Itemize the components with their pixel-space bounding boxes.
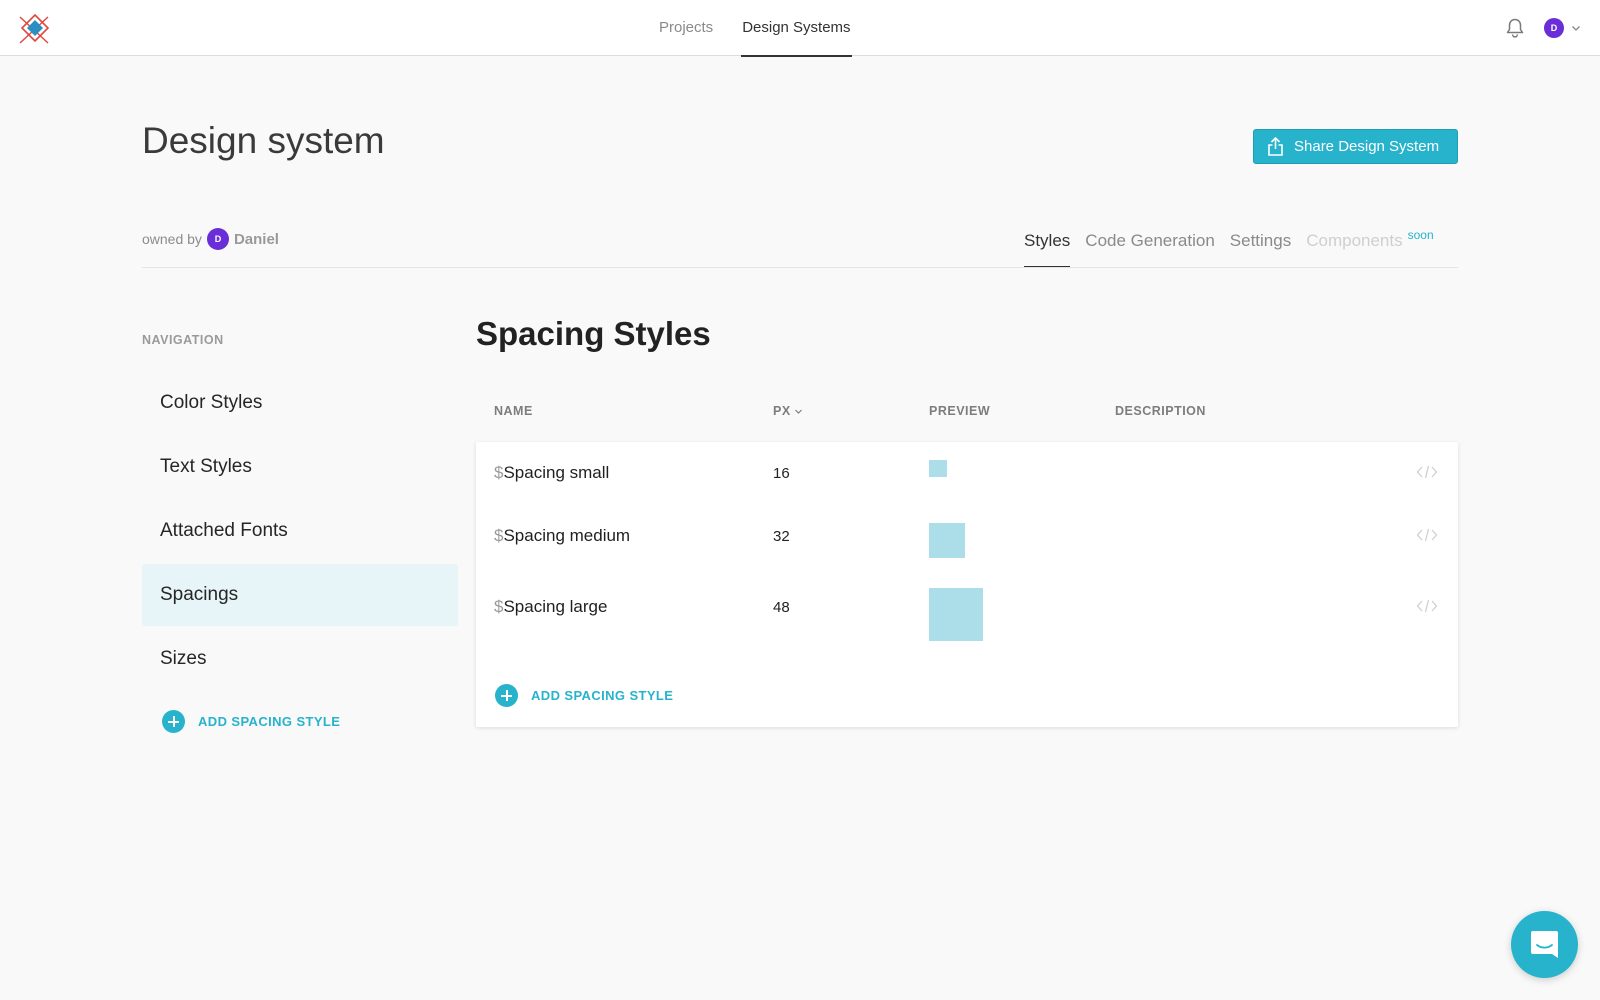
tab-components: Components [1306, 231, 1403, 250]
sidebar-item-spacings[interactable]: Spacings [142, 564, 458, 626]
spacing-name-cell: $Spacing small [494, 463, 609, 483]
spacing-px-value: 48 [773, 599, 790, 616]
owner-avatar: D [206, 228, 229, 250]
avatar: D [1544, 18, 1564, 38]
code-icon[interactable] [1416, 527, 1438, 543]
section-title: Spacing Styles [476, 315, 711, 352]
subtabs: Styles Code Generation Settings Componen… [1024, 224, 1434, 268]
sidebar-add-spacing-style-button[interactable]: ADD SPACING STYLE [162, 710, 340, 733]
page-title: Design system [142, 120, 385, 161]
column-header-name: NAME [494, 404, 533, 418]
chat-button[interactable] [1511, 911, 1578, 978]
code-icon[interactable] [1416, 464, 1438, 480]
sidebar-nav: Color Styles Text Styles Attached Fonts … [142, 372, 458, 692]
spacing-preview [929, 588, 983, 641]
sidebar-item-text-styles[interactable]: Text Styles [142, 436, 458, 498]
spacing-px-value: 16 [773, 465, 790, 482]
spacing-name: Spacing medium [503, 526, 631, 545]
spacing-preview [929, 460, 947, 477]
share-design-system-button[interactable]: Share Design System [1253, 129, 1458, 164]
chevron-down-icon [1572, 26, 1580, 31]
navigation-label: NAVIGATION [142, 333, 224, 347]
owner-info: owned by D Daniel [142, 228, 279, 250]
column-header-description: DESCRIPTION [1115, 404, 1206, 418]
top-bar: Projects Design Systems D [0, 0, 1600, 57]
plus-icon [162, 710, 185, 733]
table-add-spacing-style-label: ADD SPACING STYLE [531, 688, 674, 703]
table-row[interactable]: $Spacing medium 32 [476, 502, 1458, 568]
top-nav-projects[interactable]: Projects [658, 0, 714, 56]
spacing-px-value: 32 [773, 528, 790, 545]
spacing-name-cell: $Spacing large [494, 597, 607, 617]
sidebar-item-sizes[interactable]: Sizes [142, 628, 458, 690]
plus-icon [495, 684, 518, 707]
tab-settings[interactable]: Settings [1230, 224, 1291, 268]
sidebar-add-spacing-style-label: ADD SPACING STYLE [198, 714, 341, 729]
spacing-table: $Spacing small 16 $Spacing medium 32 $Sp… [476, 442, 1458, 727]
table-row[interactable]: $Spacing small 16 [476, 442, 1458, 502]
spacing-name: Spacing large [503, 597, 608, 616]
logo-icon[interactable] [18, 11, 52, 45]
spacing-preview [929, 523, 965, 558]
tab-styles[interactable]: Styles [1024, 224, 1071, 268]
top-nav-design-systems[interactable]: Design Systems [741, 0, 852, 57]
share-button-label: Share Design System [1294, 138, 1440, 155]
share-icon [1268, 137, 1283, 156]
sidebar-item-attached-fonts[interactable]: Attached Fonts [142, 500, 458, 562]
sidebar-item-color-styles[interactable]: Color Styles [142, 372, 458, 434]
code-icon[interactable] [1416, 598, 1438, 614]
spacing-name: Spacing small [503, 463, 610, 482]
user-menu[interactable]: D [1544, 18, 1581, 38]
chevron-down-icon [794, 409, 802, 414]
column-header-px[interactable]: PX [773, 404, 803, 418]
table-row[interactable]: $Spacing large 48 [476, 568, 1458, 658]
header-divider [142, 267, 1458, 268]
owned-by-label: owned by [142, 231, 202, 247]
column-header-preview: PREVIEW [929, 404, 991, 418]
chat-icon [1531, 931, 1558, 958]
table-add-spacing-style-button[interactable]: ADD SPACING STYLE [495, 684, 673, 707]
top-nav: Projects Design Systems [658, 0, 879, 57]
bell-icon[interactable] [1504, 17, 1526, 39]
spacing-name-cell: $Spacing medium [494, 526, 630, 546]
owner-name: Daniel [233, 230, 279, 248]
soon-badge: soon [1407, 228, 1434, 242]
tab-code-generation[interactable]: Code Generation [1085, 224, 1214, 268]
column-header-px-label: PX [773, 404, 791, 418]
